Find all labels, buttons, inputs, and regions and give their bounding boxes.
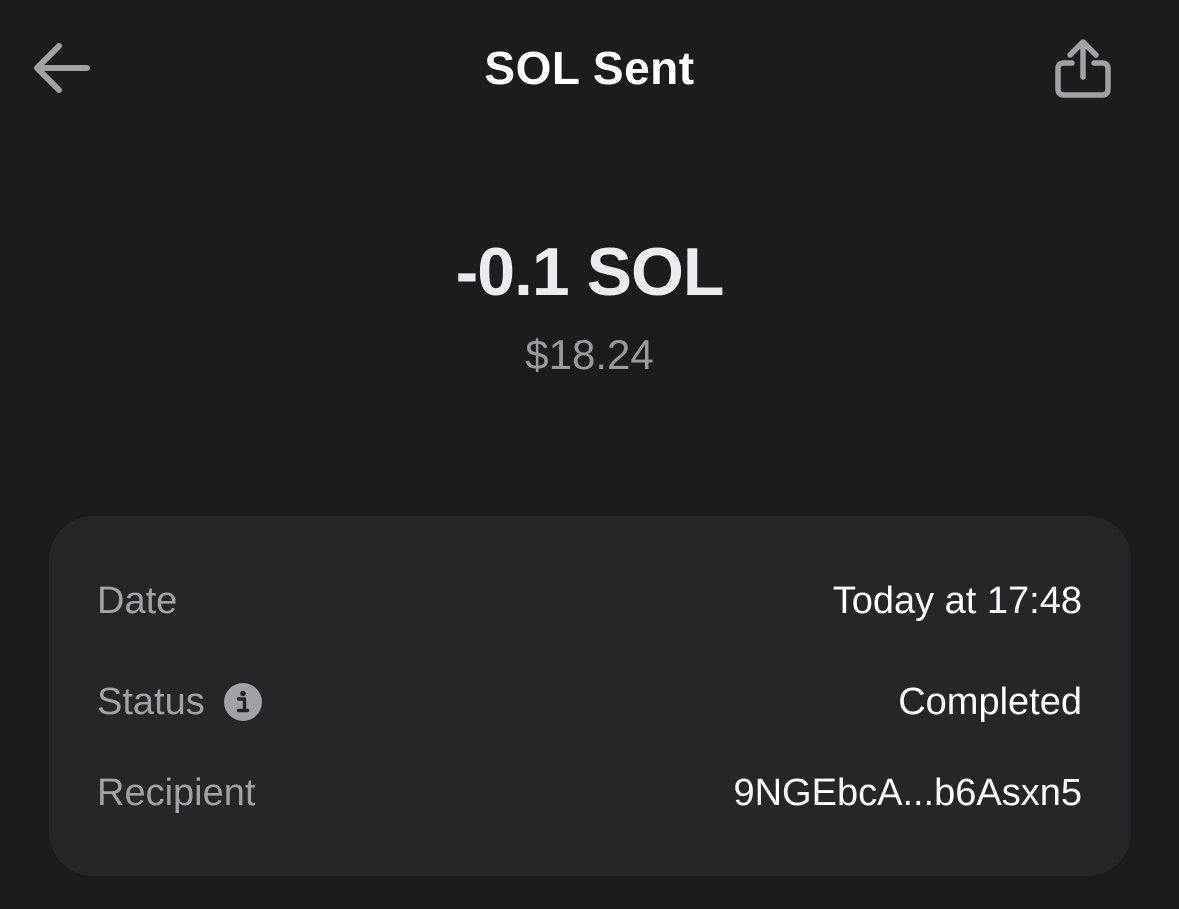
date-value: Today at 17:48 [832,579,1082,622]
fiat-value: $18.24 [525,331,654,378]
share-button[interactable] [1043,28,1123,108]
transaction-amount: -0.1 SOL [455,234,725,310]
info-icon[interactable] [223,682,263,722]
detail-row-recipient[interactable]: Recipient 9NGEbcA...b6Asxn5 [97,766,1082,820]
detail-row-date: Date Today at 17:48 [97,574,1082,628]
header: SOL Sent [0,0,1179,140]
detail-row-status: Status Completed [97,675,1082,729]
status-value: Completed [898,680,1082,723]
recipient-label: Recipient [97,771,256,814]
details-card: Date Today at 17:48 Status Completed Rec… [49,516,1131,876]
share-icon [1055,39,1111,98]
recipient-address[interactable]: 9NGEbcA...b6Asxn5 [733,772,1082,815]
status-label-group: Status [97,681,263,724]
page-title: SOL Sent [484,42,695,94]
transaction-detail-screen: SOL Sent -0.1 SOL $18.24 Date Today at 1… [0,0,1179,909]
date-label: Date [97,579,178,622]
status-label: Status [97,680,205,723]
